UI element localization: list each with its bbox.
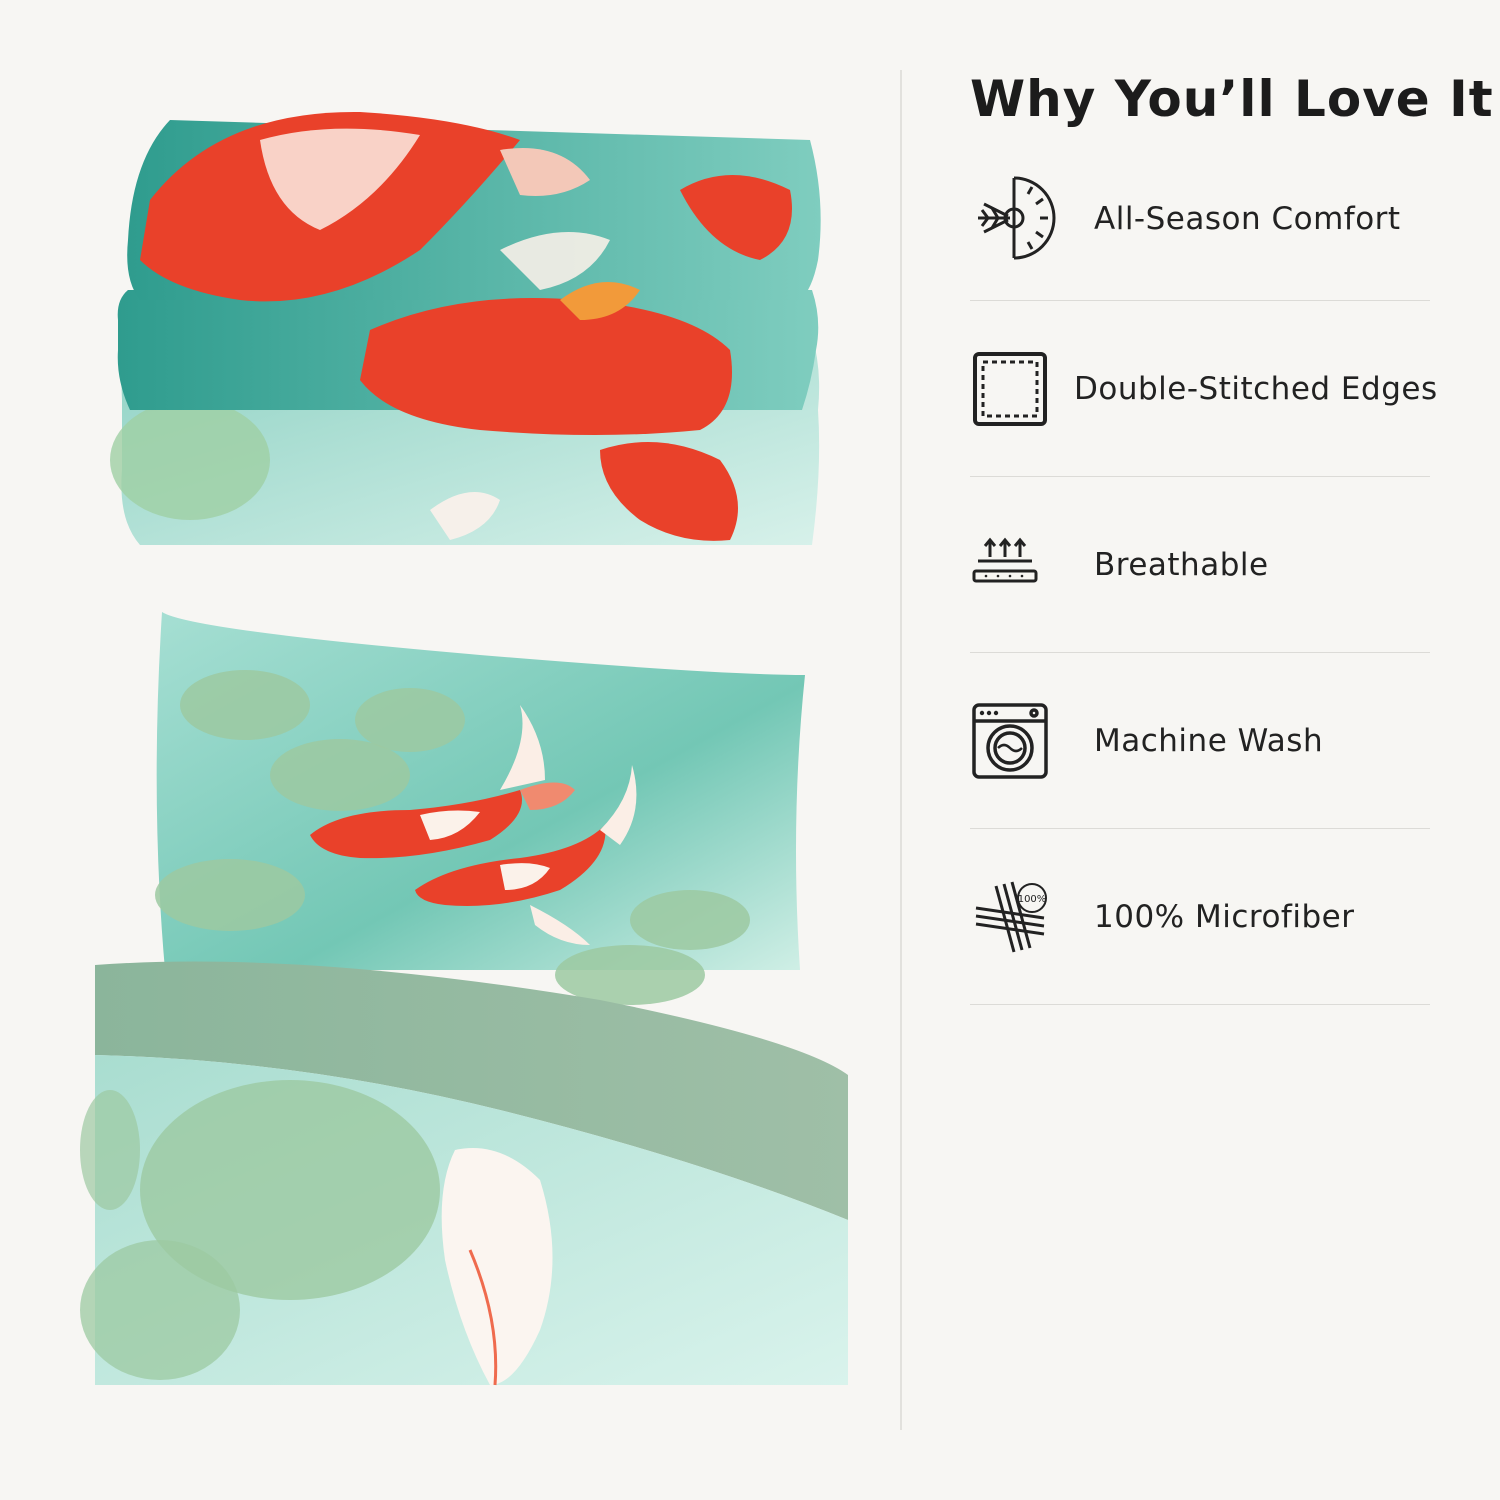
microfiber-badge: 100% <box>1018 894 1047 905</box>
section-title: Why You’ll Love It <box>970 70 1494 128</box>
washing-machine-icon <box>970 691 1070 791</box>
vertical-divider <box>900 70 902 1430</box>
feature-all-season: All-Season Comfort <box>970 138 1430 301</box>
pillow <box>155 612 805 1005</box>
product-image <box>80 111 848 1386</box>
feature-label: All-Season Comfort <box>1094 201 1401 237</box>
feature-label: 100% Microfiber <box>1094 898 1355 935</box>
microfiber-icon: 100% <box>970 867 1070 967</box>
feature-breathable: Breathable <box>970 477 1430 653</box>
breathable-icon <box>970 515 1070 615</box>
features-panel: Why You’ll Love It All-Season Comfort Do… <box>970 60 1494 1005</box>
feature-label: Breathable <box>1094 546 1269 583</box>
feature-stitched-edges: Double-Stitched Edges <box>970 301 1437 477</box>
feature-label: Double-Stitched Edges <box>1074 370 1438 407</box>
feature-machine-wash: Machine Wash <box>970 653 1430 829</box>
duvet-and-sheet <box>80 961 848 1386</box>
feature-label: Machine Wash <box>1094 722 1324 759</box>
stitched-edges-icon <box>970 339 1050 439</box>
all-season-icon <box>970 169 1070 269</box>
feature-microfiber: 100% 100% Microfiber <box>970 829 1430 1005</box>
folded-comforter <box>110 111 821 545</box>
